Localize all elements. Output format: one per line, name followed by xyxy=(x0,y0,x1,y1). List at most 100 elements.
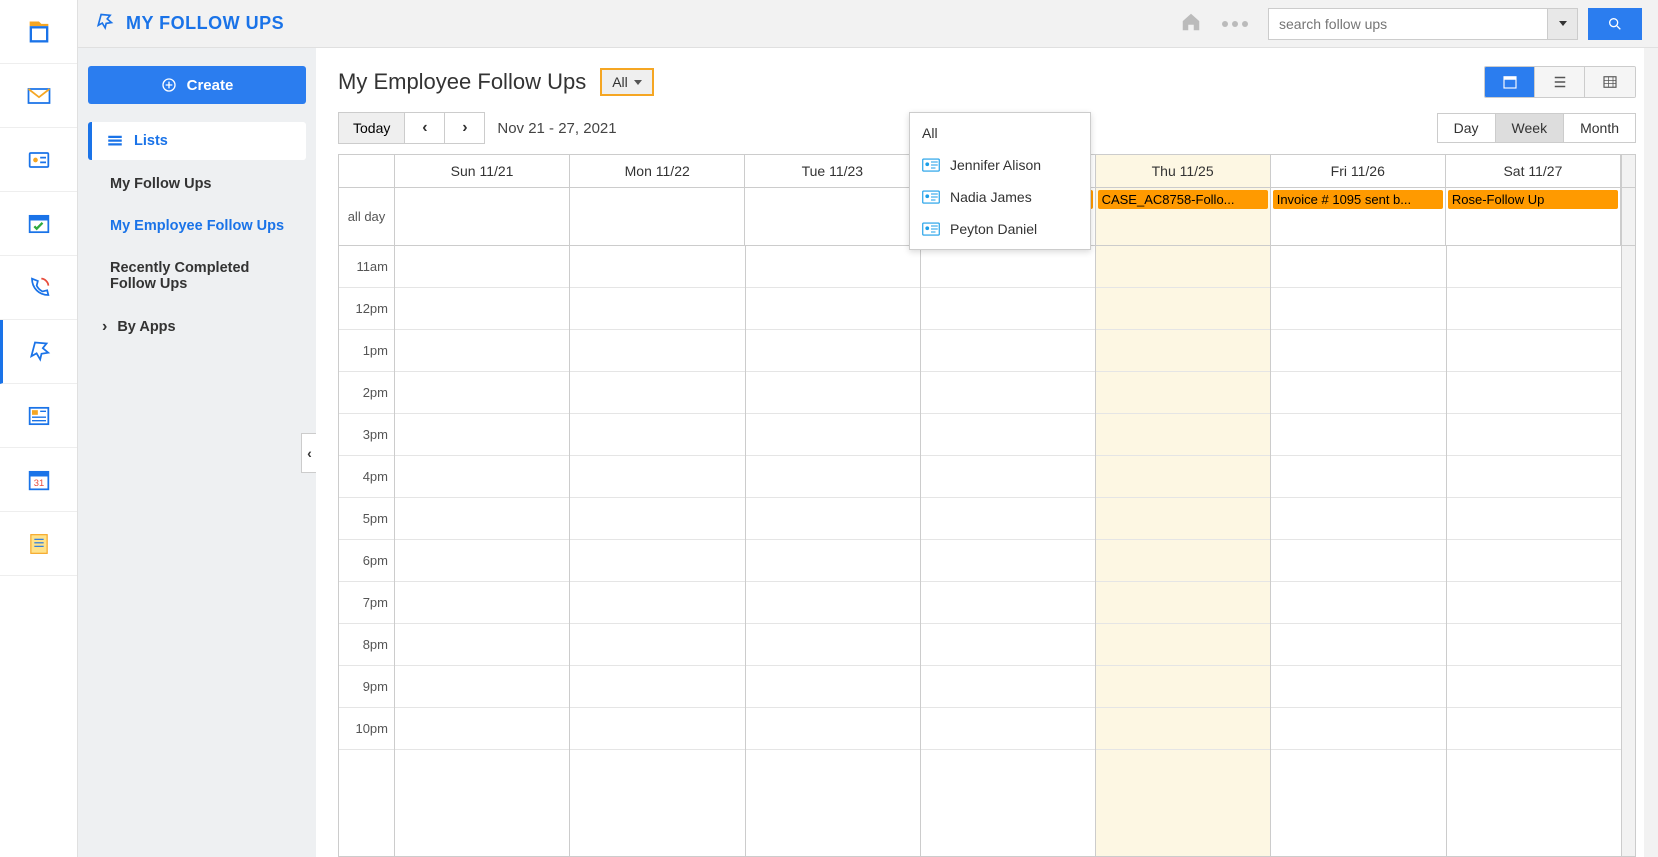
sidebar-item-recently-completed[interactable]: Recently Completed Follow Ups xyxy=(88,250,306,302)
filter-label: All xyxy=(612,74,628,90)
employee-filter-dropdown[interactable]: All xyxy=(600,68,654,96)
content-area: My Employee Follow Ups All xyxy=(316,48,1658,857)
all-day-cell[interactable]: Rose-Follow Up xyxy=(1446,188,1621,245)
sidebar-item-label: My Follow Ups xyxy=(110,176,212,192)
calendar-event[interactable]: Rose-Follow Up xyxy=(1448,190,1618,209)
more-icon[interactable] xyxy=(1222,21,1248,27)
all-day-label: all day xyxy=(339,188,395,245)
day-header: Thu 11/25 xyxy=(1096,155,1271,187)
sidebar-item-label: By Apps xyxy=(117,319,175,335)
day-column[interactable] xyxy=(1271,246,1446,856)
sidebar-item-label: My Employee Follow Ups xyxy=(110,218,284,234)
chevron-down-icon xyxy=(634,80,642,85)
sidebar-item-label: Lists xyxy=(134,133,168,149)
side-panel: Create Lists My Follow Ups My Employee F… xyxy=(78,48,316,857)
day-column[interactable] xyxy=(570,246,745,856)
icon-rail: 31 xyxy=(0,0,78,857)
time-label: 5pm xyxy=(339,498,394,540)
rail-tasks-icon[interactable] xyxy=(0,192,77,256)
sidebar-item-by-apps[interactable]: › By Apps xyxy=(88,308,306,346)
time-label: 11am xyxy=(339,246,394,288)
range-switch: Day Week Month xyxy=(1437,113,1636,143)
rail-contacts-icon[interactable] xyxy=(0,0,77,64)
date-range-label: Nov 21 - 27, 2021 xyxy=(497,120,616,137)
pin-icon xyxy=(94,11,116,36)
collapse-sidepanel-handle[interactable]: ‹ xyxy=(301,433,317,473)
day-column[interactable] xyxy=(1096,246,1271,856)
calendar: Sun 11/21Mon 11/22Tue 11/23Wed 11/24Thu … xyxy=(338,154,1636,857)
calendar-event[interactable]: Invoice # 1095 sent b... xyxy=(1273,190,1443,209)
all-day-cell[interactable] xyxy=(395,188,570,245)
filter-menu-item[interactable]: All xyxy=(910,117,1090,149)
next-button[interactable]: › xyxy=(445,112,485,144)
chevron-down-icon xyxy=(1559,21,1567,26)
time-label: 10pm xyxy=(339,708,394,750)
filter-menu-label: Peyton Daniel xyxy=(950,221,1037,237)
range-month-button[interactable]: Month xyxy=(1564,114,1635,142)
calendar-event[interactable]: CASE_AC8758-Follo... xyxy=(1098,190,1268,209)
time-label: 1pm xyxy=(339,330,394,372)
rail-calls-icon[interactable] xyxy=(0,256,77,320)
time-label: 8pm xyxy=(339,624,394,666)
day-column[interactable] xyxy=(746,246,921,856)
day-header: Sun 11/21 xyxy=(395,155,570,187)
time-label: 2pm xyxy=(339,372,394,414)
filter-menu-label: Nadia James xyxy=(950,189,1032,205)
create-label: Create xyxy=(187,77,234,94)
sidebar-item-my-follow-ups[interactable]: My Follow Ups xyxy=(88,166,306,202)
person-card-icon xyxy=(922,158,940,172)
page-scrollbar[interactable] xyxy=(1644,48,1658,857)
day-header: Mon 11/22 xyxy=(570,155,745,187)
time-label: 3pm xyxy=(339,414,394,456)
view-table-button[interactable] xyxy=(1585,67,1635,97)
rail-notes-icon[interactable] xyxy=(0,512,77,576)
filter-menu-label: Jennifer Alison xyxy=(950,157,1041,173)
sidebar-item-lists[interactable]: Lists xyxy=(88,122,306,160)
filter-menu-item[interactable]: Peyton Daniel xyxy=(910,213,1090,245)
rail-news-icon[interactable] xyxy=(0,384,77,448)
employee-filter-menu: All Jennifer Alison Nadia James Peyton Dani… xyxy=(909,112,1091,250)
range-day-button[interactable]: Day xyxy=(1438,114,1496,142)
home-icon[interactable] xyxy=(1180,11,1202,36)
all-day-cell[interactable] xyxy=(570,188,745,245)
rail-mail-icon[interactable] xyxy=(0,64,77,128)
view-switch xyxy=(1484,66,1636,98)
all-day-cell[interactable]: CASE_AC8758-Follo... xyxy=(1096,188,1271,245)
time-label: 4pm xyxy=(339,456,394,498)
svg-text:31: 31 xyxy=(33,477,43,487)
day-column[interactable] xyxy=(921,246,1096,856)
sidebar-item-my-employee-follow-ups[interactable]: My Employee Follow Ups xyxy=(88,208,306,244)
today-button[interactable]: Today xyxy=(338,112,405,144)
time-label: 9pm xyxy=(339,666,394,708)
time-label: 12pm xyxy=(339,288,394,330)
day-header: Tue 11/23 xyxy=(745,155,920,187)
all-day-cell[interactable]: Invoice # 1095 sent b... xyxy=(1271,188,1446,245)
rail-followups-icon[interactable] xyxy=(0,320,77,384)
view-list-button[interactable] xyxy=(1535,67,1585,97)
rail-calendar-icon[interactable]: 31 xyxy=(0,448,77,512)
view-calendar-button[interactable] xyxy=(1485,67,1535,97)
range-week-button[interactable]: Week xyxy=(1496,114,1565,142)
search-input[interactable] xyxy=(1268,8,1548,40)
day-column[interactable] xyxy=(395,246,570,856)
person-card-icon xyxy=(922,222,940,236)
sidebar-item-label: Recently Completed Follow Ups xyxy=(110,260,292,292)
content-title: My Employee Follow Ups xyxy=(338,69,586,95)
filter-menu-item[interactable]: Jennifer Alison xyxy=(910,149,1090,181)
topbar: MY FOLLOW UPS xyxy=(78,0,1658,48)
filter-menu-label: All xyxy=(922,125,938,141)
day-header: Sat 11/27 xyxy=(1446,155,1621,187)
create-button[interactable]: Create xyxy=(88,66,306,104)
all-day-cell[interactable] xyxy=(745,188,920,245)
rail-badge-icon[interactable] xyxy=(0,128,77,192)
prev-button[interactable]: ‹ xyxy=(405,112,445,144)
page-title: MY FOLLOW UPS xyxy=(126,13,284,34)
search-button[interactable] xyxy=(1588,8,1642,40)
filter-menu-item[interactable]: Nadia James xyxy=(910,181,1090,213)
day-column[interactable] xyxy=(1447,246,1621,856)
day-header: Fri 11/26 xyxy=(1271,155,1446,187)
time-label: 6pm xyxy=(339,540,394,582)
search-dropdown-toggle[interactable] xyxy=(1548,8,1578,40)
time-label: 7pm xyxy=(339,582,394,624)
person-card-icon xyxy=(922,190,940,204)
